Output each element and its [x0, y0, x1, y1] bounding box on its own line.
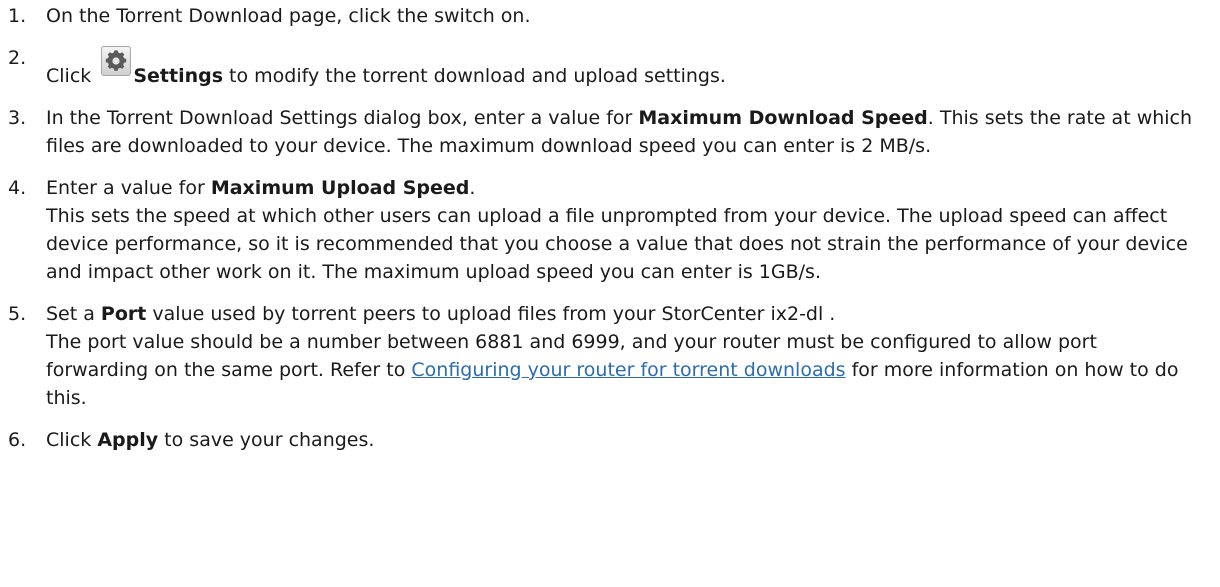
step-text: to save your changes. [158, 429, 375, 451]
step-4: 4. Enter a value for Maximum Upload Speed… [0, 174, 1220, 286]
step-text: to modify the torrent download and uploa… [223, 65, 726, 87]
step-number: 6. [8, 429, 27, 451]
step-text: Click [46, 429, 98, 451]
instruction-list: 1. On the Torrent Download page, click th… [0, 2, 1220, 468]
bold-term: Maximum Upload Speed [210, 177, 470, 199]
step-5: 5. Set a Port value used by torrent peers… [0, 300, 1220, 412]
step-text: This sets the speed at which other users… [46, 205, 1188, 283]
bold-term: Settings [133, 65, 224, 87]
bold-term: Apply [97, 429, 159, 451]
step-1: 1. On the Torrent Download page, click th… [0, 2, 1220, 30]
step-text: In the Torrent Download Settings dialog … [46, 107, 639, 129]
step-number: 3. [8, 107, 27, 129]
bold-term: Port [100, 303, 147, 325]
step-text: On the Torrent Download page, click the … [46, 5, 531, 27]
step-number: 4. [8, 177, 27, 199]
step-2: 2. Click Settings to modify the torrent d… [0, 44, 1220, 90]
step-text: Enter a value for [46, 177, 211, 199]
bold-term: Maximum Download Speed [638, 107, 928, 129]
router-config-link[interactable]: Configuring your router for torrent down… [411, 359, 845, 381]
step-text: value used by torrent peers to upload fi… [146, 303, 836, 325]
step-text: Click [46, 65, 98, 87]
step-3: 3. In the Torrent Download Settings dialo… [0, 104, 1220, 160]
step-6: 6. Click Apply to save your changes. [0, 426, 1220, 454]
step-text: Set a [46, 303, 101, 325]
step-number: 2. [8, 47, 27, 69]
step-number: 5. [8, 303, 27, 325]
step-text: . [469, 177, 476, 199]
step-number: 1. [8, 5, 27, 27]
gear-icon [101, 46, 132, 76]
